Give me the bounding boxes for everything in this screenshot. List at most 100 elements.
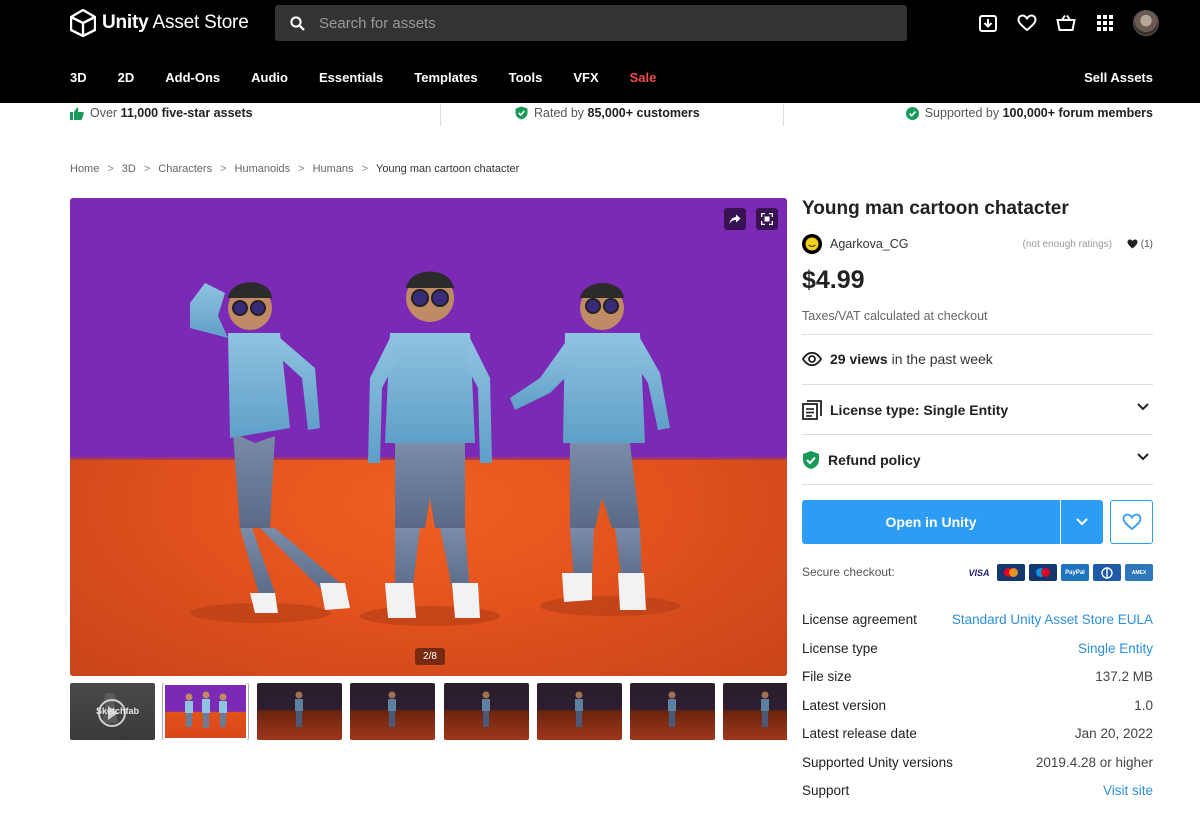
nav-item-2d[interactable]: 2D [118, 70, 135, 85]
search-bar[interactable] [275, 5, 907, 41]
views-row: 29 views in the past week [802, 351, 993, 367]
unity-logo[interactable]: Unity Asset Store [70, 9, 249, 37]
thumbnail-sketchfab[interactable]: Sketchfab [70, 683, 155, 740]
visit-site-link[interactable]: Visit site [1103, 783, 1153, 798]
detail-row: License agreement Standard Unity Asset S… [802, 612, 1153, 630]
detail-key: File size [802, 669, 852, 684]
heart-icon[interactable] [1016, 12, 1038, 34]
eye-icon [802, 352, 822, 366]
category-nav: 3D 2D Add-Ons Audio Essentials Templates… [70, 70, 687, 85]
detail-key: Latest release date [802, 726, 917, 741]
header-icons [977, 10, 1159, 36]
mastercard-card-icon [997, 564, 1025, 581]
apps-grid-icon[interactable] [1094, 12, 1116, 34]
sell-assets-link[interactable]: Sell Assets [1084, 70, 1153, 85]
secure-checkout-label: Secure checkout: [802, 565, 895, 579]
image-counter: 2/8 [415, 648, 445, 665]
search-icon[interactable] [275, 15, 319, 31]
tax-note: Taxes/VAT calculated at checkout [802, 309, 988, 323]
refund-policy-accordion[interactable]: Refund policy [802, 449, 1153, 471]
cart-icon[interactable] [1055, 12, 1077, 34]
trust-item-supported: Supported by 100,000+ forum members [905, 106, 1153, 120]
fullscreen-icon[interactable] [756, 208, 778, 230]
publisher-name[interactable]: Agarkova_CG [830, 237, 909, 251]
top-header: Unity Asset Store 3D 2D Add-Ons Au [0, 0, 1200, 103]
breadcrumb-humans[interactable]: Humans [313, 163, 354, 175]
detail-key: License agreement [802, 612, 917, 627]
search-input[interactable] [319, 14, 879, 32]
shield-check-icon [515, 106, 528, 120]
divider [802, 484, 1153, 485]
divider [802, 334, 1153, 335]
nav-item-add-ons[interactable]: Add-Ons [165, 70, 220, 85]
thumbnail-6[interactable] [537, 683, 622, 740]
breadcrumb-characters[interactable]: Characters [158, 163, 212, 175]
detail-row: Latest release date Jan 20, 2022 [802, 726, 1153, 744]
publisher-row: Agarkova_CG (not enough ratings) (1) [802, 234, 1153, 254]
detail-row: Latest version 1.0 [802, 698, 1153, 716]
divider [802, 384, 1153, 385]
divider [783, 104, 784, 126]
avatar[interactable] [1133, 10, 1159, 36]
license-agreement-link[interactable]: Standard Unity Asset Store EULA [952, 612, 1153, 627]
ratings-note: (not enough ratings) [1022, 238, 1112, 250]
nav-item-tools[interactable]: Tools [509, 70, 543, 85]
thumbnail-4[interactable] [350, 683, 435, 740]
detail-value: 1.0 [1134, 698, 1153, 713]
heart-icon [1122, 513, 1141, 531]
download-icon[interactable] [977, 12, 999, 34]
thumbnail-8[interactable] [723, 683, 787, 740]
logo-text: Unity Asset Store [102, 12, 249, 33]
paypal-card-icon: PayPal [1061, 564, 1089, 581]
maestro-card-icon [1029, 564, 1057, 581]
detail-row: Supported Unity versions 2019.4.28 or hi… [802, 755, 1153, 773]
nav-item-essentials[interactable]: Essentials [319, 70, 383, 85]
nav-item-templates[interactable]: Templates [414, 70, 477, 85]
chevron-down-icon [1137, 453, 1149, 461]
refund-policy-label: Refund policy [828, 452, 921, 468]
license-type-link[interactable]: Single Entity [1078, 641, 1153, 656]
breadcrumb: Home > 3D > Characters > Humanoids > Humans >… [70, 163, 520, 175]
payment-methods: VISA PayPal AMEX [965, 564, 1153, 581]
trust-bar: Over 11,000 five-star assets Rated by 85… [70, 104, 1153, 126]
open-in-unity-button[interactable]: Open in Unity [802, 500, 1060, 544]
thumbnail-2[interactable] [162, 683, 249, 740]
nav-item-sale[interactable]: Sale [630, 70, 657, 85]
detail-key: License type [802, 641, 878, 656]
detail-row: File size 137.2 MB [802, 669, 1153, 687]
nav-item-audio[interactable]: Audio [251, 70, 288, 85]
thumbnail-3[interactable] [257, 683, 342, 740]
product-main-image[interactable]: 2/8 [70, 198, 787, 676]
visa-card-icon: VISA [965, 564, 993, 581]
product-info-panel: Young man cartoon chatacter Agarkova_CG … [802, 198, 1153, 798]
detail-key: Latest version [802, 698, 887, 713]
nav-item-vfx[interactable]: VFX [573, 70, 598, 85]
breadcrumb-3d[interactable]: 3D [122, 163, 136, 175]
trust-item-rated: Rated by 85,000+ customers [515, 106, 700, 120]
detail-value: Jan 20, 2022 [1074, 726, 1153, 741]
detail-value: 2019.4.28 or higher [1035, 755, 1153, 770]
check-circle-icon [905, 106, 919, 120]
open-options-dropdown[interactable] [1061, 500, 1103, 544]
price: $4.99 [802, 266, 865, 294]
thumbnail-5[interactable] [444, 683, 529, 740]
favorites-count[interactable]: (1) [1127, 239, 1153, 250]
divider [802, 434, 1153, 435]
breadcrumb-humanoids[interactable]: Humanoids [235, 163, 291, 175]
diners-card-icon [1093, 564, 1121, 581]
license-type-label: License type: Single Entity [830, 402, 1009, 418]
thumbs-up-icon [70, 107, 84, 120]
character-figures-illustration [190, 271, 680, 626]
thumbnail-7[interactable] [630, 683, 715, 740]
add-to-wishlist-button[interactable] [1110, 500, 1153, 544]
secure-checkout-row: Secure checkout: VISA PayPal AMEX [802, 564, 1153, 581]
breadcrumb-home[interactable]: Home [70, 163, 99, 175]
share-icon[interactable] [724, 208, 746, 230]
license-type-accordion[interactable]: License type: Single Entity [802, 399, 1153, 421]
nav-item-3d[interactable]: 3D [70, 70, 87, 85]
license-icon [802, 400, 822, 420]
publisher-logo[interactable] [802, 234, 822, 254]
amex-card-icon: AMEX [1125, 564, 1153, 581]
unity-cube-icon [70, 9, 96, 37]
shield-check-icon [803, 451, 819, 469]
